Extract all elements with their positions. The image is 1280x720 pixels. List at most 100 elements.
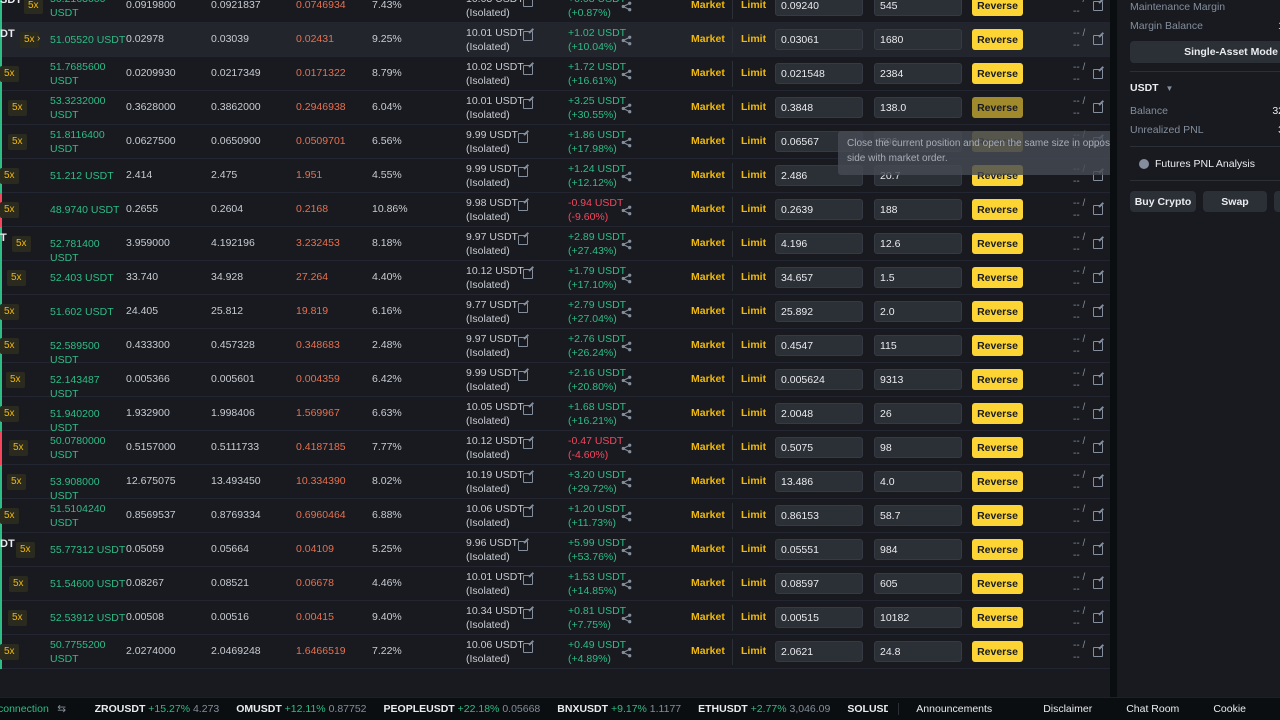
leverage-badge[interactable]: 5x bbox=[0, 508, 19, 524]
edit-tpsl-icon[interactable] bbox=[1093, 511, 1103, 521]
ticker-item[interactable]: ETHUSDT +2.77% 3,046.09 bbox=[698, 703, 830, 715]
leverage-badge[interactable]: 5x bbox=[0, 406, 19, 422]
share-icon[interactable] bbox=[621, 409, 632, 420]
edit-tpsl-icon[interactable] bbox=[1093, 647, 1103, 657]
ticker-item[interactable]: ZROUSDT +15.27% 4.273 bbox=[95, 703, 220, 715]
close-limit-button[interactable]: Limit bbox=[741, 577, 766, 589]
limit-quantity-input[interactable] bbox=[874, 233, 962, 254]
share-icon[interactable] bbox=[621, 511, 632, 522]
edit-margin-icon[interactable] bbox=[523, 643, 533, 653]
share-icon[interactable] bbox=[621, 545, 632, 556]
close-limit-button[interactable]: Limit bbox=[741, 203, 766, 215]
edit-margin-icon[interactable] bbox=[523, 609, 533, 619]
footer-link-chat-room[interactable]: Chat Room bbox=[1126, 703, 1196, 715]
close-limit-button[interactable]: Limit bbox=[741, 135, 766, 147]
share-icon[interactable] bbox=[621, 273, 632, 284]
share-icon[interactable] bbox=[621, 239, 632, 250]
limit-price-input[interactable] bbox=[775, 437, 863, 458]
ticker-item[interactable]: BNXUSDT +9.17% 1.1177 bbox=[557, 703, 681, 715]
single-asset-mode-button[interactable]: Single-Asset Mode bbox=[1130, 41, 1280, 63]
edit-margin-icon[interactable] bbox=[523, 65, 533, 75]
buy-crypto-button[interactable]: Buy Crypto bbox=[1130, 191, 1196, 212]
edit-tpsl-icon[interactable] bbox=[1093, 545, 1103, 555]
swap-button[interactable]: Swap bbox=[1203, 191, 1267, 212]
leverage-badge[interactable]: 5x bbox=[0, 66, 19, 82]
edit-tpsl-icon[interactable] bbox=[1093, 341, 1103, 351]
limit-quantity-input[interactable] bbox=[874, 607, 962, 628]
limit-quantity-input[interactable] bbox=[874, 97, 962, 118]
edit-margin-icon[interactable] bbox=[523, 507, 533, 517]
edit-margin-icon[interactable] bbox=[518, 303, 528, 313]
edit-margin-icon[interactable] bbox=[518, 235, 528, 245]
edit-margin-icon[interactable] bbox=[518, 133, 528, 143]
share-icon[interactable] bbox=[621, 137, 632, 148]
close-limit-button[interactable]: Limit bbox=[741, 373, 766, 385]
close-limit-button[interactable]: Limit bbox=[741, 407, 766, 419]
limit-price-input[interactable] bbox=[775, 335, 863, 356]
leverage-badge[interactable]: 5x bbox=[7, 474, 26, 490]
symbol[interactable]: SDT bbox=[0, 0, 22, 6]
leverage-badge[interactable]: 5x bbox=[0, 338, 19, 354]
reverse-button[interactable]: Reverse bbox=[972, 641, 1023, 662]
edit-margin-icon[interactable] bbox=[518, 167, 528, 177]
close-market-button[interactable]: Market bbox=[691, 509, 725, 521]
share-icon[interactable] bbox=[621, 579, 632, 590]
reverse-button[interactable]: Reverse bbox=[972, 267, 1023, 288]
leverage-badge[interactable]: 5x bbox=[6, 372, 25, 388]
share-icon[interactable] bbox=[621, 1, 632, 12]
share-icon[interactable] bbox=[621, 307, 632, 318]
share-icon[interactable] bbox=[621, 375, 632, 386]
footer-link-cookie[interactable]: Cookie bbox=[1213, 703, 1263, 715]
edit-margin-icon[interactable] bbox=[523, 31, 533, 41]
close-limit-button[interactable]: Limit bbox=[741, 475, 766, 487]
close-market-button[interactable]: Market bbox=[691, 475, 725, 487]
limit-price-input[interactable] bbox=[775, 641, 863, 662]
limit-quantity-input[interactable] bbox=[874, 403, 962, 424]
leverage-badge[interactable]: 5x bbox=[8, 100, 27, 116]
share-icon[interactable] bbox=[621, 443, 632, 454]
limit-price-input[interactable] bbox=[775, 29, 863, 50]
edit-margin-icon[interactable] bbox=[523, 439, 533, 449]
edit-margin-icon[interactable] bbox=[518, 337, 528, 347]
share-icon[interactable] bbox=[621, 103, 632, 114]
edit-tpsl-icon[interactable] bbox=[1093, 69, 1103, 79]
share-icon[interactable] bbox=[621, 171, 632, 182]
limit-quantity-input[interactable] bbox=[874, 301, 962, 322]
limit-price-input[interactable] bbox=[775, 0, 863, 16]
close-limit-button[interactable]: Limit bbox=[741, 101, 766, 113]
symbol[interactable]: T bbox=[0, 232, 7, 244]
reverse-button[interactable]: Reverse bbox=[972, 471, 1023, 492]
reverse-button[interactable]: Reverse bbox=[972, 97, 1023, 118]
edit-tpsl-icon[interactable] bbox=[1093, 205, 1103, 215]
edit-margin-icon[interactable] bbox=[523, 405, 533, 415]
limit-quantity-input[interactable] bbox=[874, 29, 962, 50]
close-market-button[interactable]: Market bbox=[691, 237, 725, 249]
edit-tpsl-icon[interactable] bbox=[1093, 103, 1103, 113]
limit-quantity-input[interactable] bbox=[874, 267, 962, 288]
close-limit-button[interactable]: Limit bbox=[741, 509, 766, 521]
edit-tpsl-icon[interactable] bbox=[1093, 1, 1103, 11]
close-limit-button[interactable]: Limit bbox=[741, 543, 766, 555]
limit-quantity-input[interactable] bbox=[874, 0, 962, 16]
leverage-badge[interactable]: 5x bbox=[20, 32, 39, 48]
edit-margin-icon[interactable] bbox=[518, 541, 528, 551]
reverse-button[interactable]: Reverse bbox=[972, 539, 1023, 560]
close-limit-button[interactable]: Limit bbox=[741, 169, 766, 181]
edit-tpsl-icon[interactable] bbox=[1093, 579, 1103, 589]
limit-quantity-input[interactable] bbox=[874, 369, 962, 390]
share-icon[interactable] bbox=[621, 477, 632, 488]
footer-link-disclaimer[interactable]: Disclaimer bbox=[1043, 703, 1109, 715]
symbol[interactable]: DT bbox=[0, 28, 15, 40]
close-market-button[interactable]: Market bbox=[691, 169, 725, 181]
close-limit-button[interactable]: Limit bbox=[741, 339, 766, 351]
close-limit-button[interactable]: Limit bbox=[741, 441, 766, 453]
close-market-button[interactable]: Market bbox=[691, 441, 725, 453]
close-market-button[interactable]: Market bbox=[691, 543, 725, 555]
limit-quantity-input[interactable] bbox=[874, 437, 962, 458]
limit-quantity-input[interactable] bbox=[874, 335, 962, 356]
edit-margin-icon[interactable] bbox=[518, 371, 528, 381]
leverage-badge[interactable]: 5x bbox=[12, 236, 31, 252]
close-market-button[interactable]: Market bbox=[691, 33, 725, 45]
close-market-button[interactable]: Market bbox=[691, 611, 725, 623]
reverse-button[interactable]: Reverse bbox=[972, 233, 1023, 254]
